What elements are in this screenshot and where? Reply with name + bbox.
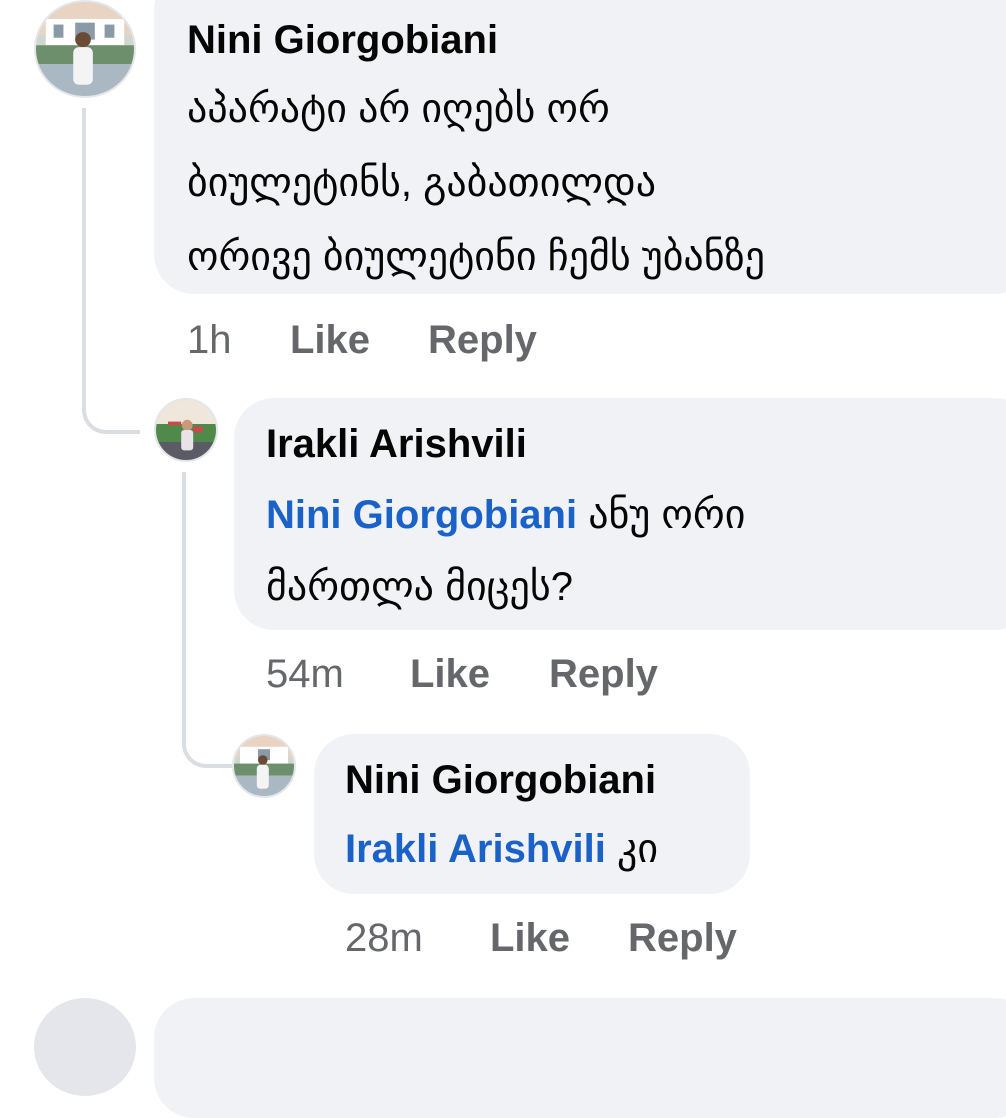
avatar[interactable] xyxy=(34,0,136,98)
reply-button-wrap: Reply xyxy=(549,650,658,698)
reply-button[interactable]: Reply xyxy=(628,916,737,960)
thread-connector-line xyxy=(182,472,240,768)
avatar[interactable] xyxy=(34,998,136,1096)
reply-button-wrap: Reply xyxy=(628,914,737,962)
reply-button-wrap: Reply xyxy=(428,316,537,364)
comment-time: 1h xyxy=(187,318,232,362)
comment-actions: 54m xyxy=(266,650,344,698)
comment-text-line: ორივე ბიულეტინი ჩემს უბანზე xyxy=(187,235,765,279)
comment-author[interactable]: Irakli Arishvili xyxy=(266,420,527,468)
mention-link[interactable]: Irakli Arishvili xyxy=(345,827,606,871)
comment-actions: 1h xyxy=(187,316,232,364)
comment-time: 54m xyxy=(266,652,344,696)
avatar[interactable] xyxy=(154,398,218,462)
avatar[interactable] xyxy=(232,734,296,798)
like-button-wrap: Like xyxy=(290,316,370,364)
comment-text-line: აპარატი არ იღებს ორ xyxy=(187,87,610,131)
comment-author[interactable]: Nini Giorgobiani xyxy=(345,756,656,804)
comment-actions: 28m xyxy=(345,914,423,962)
like-button[interactable]: Like xyxy=(490,916,570,960)
mention-link[interactable]: Nini Giorgobiani xyxy=(266,493,577,537)
like-button[interactable]: Like xyxy=(410,652,490,696)
comment-text: კი xyxy=(605,827,659,871)
like-button[interactable]: Like xyxy=(290,318,370,362)
comment-bubble xyxy=(154,998,1006,1118)
like-button-wrap: Like xyxy=(490,914,570,962)
comment-author[interactable]: Nini Giorgobiani xyxy=(187,16,498,64)
comment-text-line: Irakli Arishvili კი xyxy=(345,814,658,884)
comment-text-line: Nini Giorgobiani ანუ ორი xyxy=(266,480,745,550)
comment-text-line: მართლა მიცეს? xyxy=(266,565,573,609)
thread-connector-line xyxy=(82,108,140,434)
comment-text: ანუ ორი xyxy=(577,493,746,537)
reply-button[interactable]: Reply xyxy=(428,318,537,362)
like-button-wrap: Like xyxy=(410,650,490,698)
comment-text-line: ბიულეტინს, გაბათილდა xyxy=(187,161,657,205)
reply-button[interactable]: Reply xyxy=(549,652,658,696)
comment-time: 28m xyxy=(345,916,423,960)
